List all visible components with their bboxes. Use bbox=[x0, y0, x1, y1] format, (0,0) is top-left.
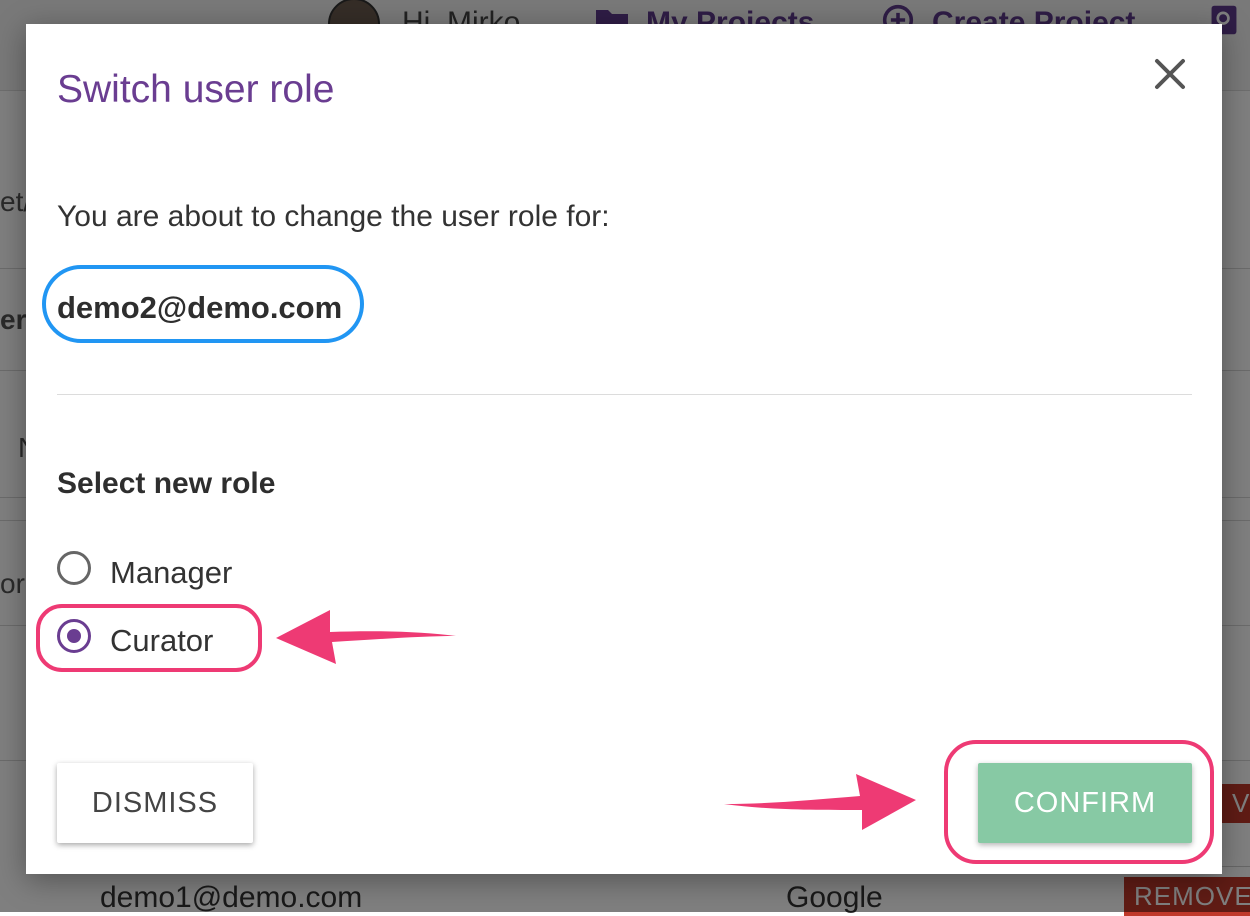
radio-unchecked-icon[interactable] bbox=[57, 551, 91, 585]
intro-text: You are about to change the user role fo… bbox=[57, 200, 610, 233]
role-heading: Select new role bbox=[57, 467, 276, 500]
arrow-left-icon bbox=[276, 610, 456, 664]
target-user-email: demo2@demo.com bbox=[57, 290, 343, 325]
dismiss-button[interactable]: DISMISS bbox=[57, 763, 253, 843]
radio-label-manager[interactable]: Manager bbox=[110, 555, 232, 591]
confirm-button[interactable]: CONFIRM bbox=[978, 763, 1192, 843]
switch-role-dialog: Switch user role You are about to change… bbox=[26, 24, 1222, 874]
arrow-right-icon bbox=[724, 774, 916, 830]
radio-checked-icon[interactable] bbox=[57, 619, 91, 653]
dialog-title: Switch user role bbox=[57, 68, 335, 111]
close-icon[interactable] bbox=[1152, 56, 1188, 92]
radio-label-curator[interactable]: Curator bbox=[110, 623, 213, 659]
divider bbox=[57, 394, 1192, 395]
